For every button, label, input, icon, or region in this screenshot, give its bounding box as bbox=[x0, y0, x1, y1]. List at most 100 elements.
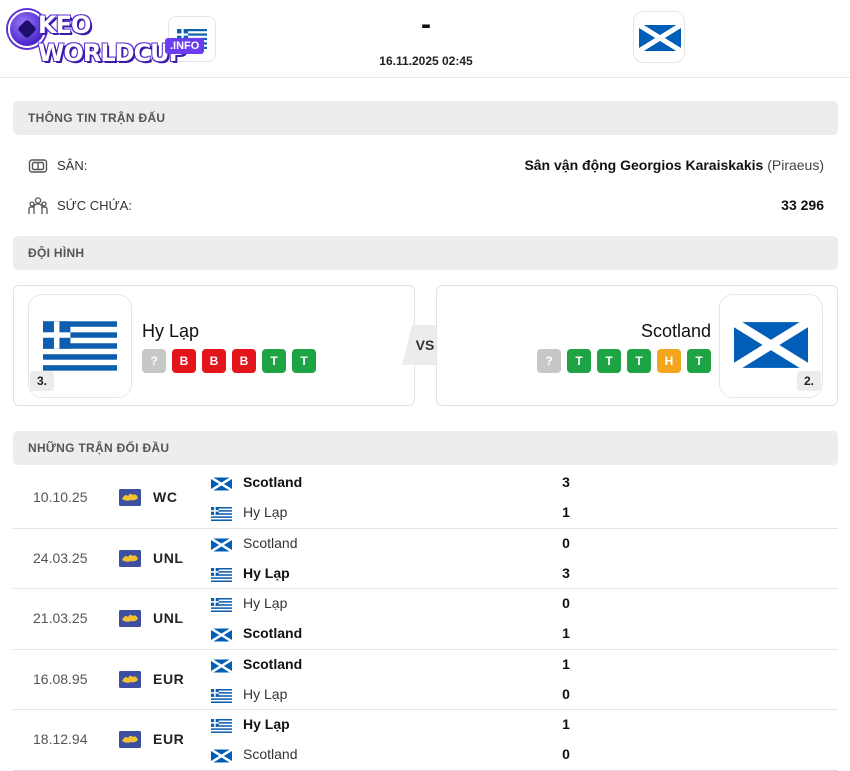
form-badge: B bbox=[202, 349, 226, 373]
scotland-flag-icon bbox=[210, 657, 233, 674]
scotland-flag-icon bbox=[210, 476, 233, 492]
competition-code: WC bbox=[153, 489, 178, 505]
competition-icon bbox=[119, 731, 141, 748]
home-team-name[interactable]: Hy Lạp bbox=[142, 321, 199, 342]
stadium-city: (Piraeus) bbox=[767, 157, 824, 173]
h2h-team-line: Hy Lạp 0 bbox=[211, 682, 581, 706]
team-score: 1 bbox=[562, 625, 570, 641]
team-score: 0 bbox=[562, 685, 570, 702]
team-name[interactable]: Scotland bbox=[243, 535, 297, 551]
team-score: 3 bbox=[562, 474, 570, 490]
match-date: 18.12.94 bbox=[33, 731, 88, 747]
scotland-flag-icon bbox=[734, 321, 808, 369]
h2h-match-row[interactable]: 18.12.94 EUR Hy Lạp 1 Scotland 0 bbox=[13, 710, 838, 771]
scotland-flag bbox=[210, 748, 233, 768]
greece-flag-icon bbox=[43, 321, 117, 371]
team-score: 1 bbox=[562, 655, 570, 672]
h2h-team-line: Scotland 1 bbox=[210, 652, 581, 678]
scotland-flag bbox=[210, 476, 233, 496]
form-badge: B bbox=[172, 349, 196, 373]
away-team-flag: 2. bbox=[719, 294, 823, 398]
form-badge: ? bbox=[537, 349, 561, 373]
scotland-flag-icon bbox=[639, 25, 681, 51]
away-team-card[interactable]: Scotland ? T T T H T 2. bbox=[436, 285, 838, 406]
form-badge: H bbox=[657, 349, 681, 373]
capacity-label: SỨC CHỨA: bbox=[57, 198, 132, 213]
form-badge: T bbox=[292, 349, 316, 373]
greece-flag-icon bbox=[211, 688, 232, 703]
greece-flag bbox=[211, 507, 232, 526]
team-name[interactable]: Scotland bbox=[243, 474, 302, 490]
team-score: 0 bbox=[562, 595, 570, 611]
h2h-match-row[interactable]: 16.08.95 EUR Scotland 1 Hy Lạp 0 bbox=[13, 650, 838, 710]
competition-icon bbox=[119, 549, 141, 567]
team-name[interactable]: Scotland bbox=[243, 746, 297, 762]
stadium-row: SÂN: Sân vận động Georgios Karaiskakis (… bbox=[13, 151, 838, 181]
team-name[interactable]: Hy Lạp bbox=[243, 565, 290, 581]
scotland-flag bbox=[210, 657, 233, 678]
greece-flag-icon bbox=[211, 507, 232, 521]
h2h-team-line: Hy Lạp 1 bbox=[211, 500, 581, 524]
team-name[interactable]: Scotland bbox=[243, 656, 302, 672]
greece-flag-icon bbox=[211, 598, 232, 612]
form-badge: T bbox=[687, 349, 711, 373]
match-date: 21.03.25 bbox=[33, 610, 88, 626]
team-name[interactable]: Hy Lạp bbox=[243, 504, 287, 520]
scotland-flag bbox=[210, 536, 233, 557]
scotland-flag bbox=[210, 627, 233, 647]
greece-flag-icon bbox=[211, 719, 232, 733]
site-logo[interactable]: KEO WORLDCUP .INFO bbox=[8, 8, 213, 68]
team-score: 1 bbox=[562, 504, 570, 520]
competition-code: EUR bbox=[153, 731, 185, 747]
away-team-name[interactable]: Scotland bbox=[641, 321, 711, 342]
crowd-icon bbox=[28, 197, 48, 214]
match-date: 10.10.25 bbox=[33, 489, 88, 505]
away-team-flag-header[interactable] bbox=[633, 11, 685, 63]
stadium-label: SÂN: bbox=[57, 158, 88, 173]
match-date: 24.03.25 bbox=[33, 549, 88, 566]
team-score: 1 bbox=[562, 716, 570, 732]
h2h-match-row[interactable]: 21.03.25 UNL Hy Lạp 0 Scotland 1 bbox=[13, 589, 838, 650]
h2h-team-line: Scotland 0 bbox=[210, 531, 581, 557]
home-team-card[interactable]: 3. Hy Lạp ? B B B T T bbox=[13, 285, 415, 406]
competition-icon bbox=[119, 610, 141, 627]
logo-domain: .INFO bbox=[165, 38, 205, 54]
greece-flag-icon bbox=[211, 567, 232, 582]
scotland-flag-icon bbox=[210, 536, 233, 553]
h2h-list: 10.10.25 WC Scotland 3 Hy Lạp 1 24.03.25… bbox=[13, 468, 838, 771]
form-badge: T bbox=[262, 349, 286, 373]
competition-code: EUR bbox=[153, 670, 185, 687]
h2h-match-row[interactable]: 10.10.25 WC Scotland 3 Hy Lạp 1 bbox=[13, 468, 838, 529]
stadium-name: Sân vận động Georgios Karaiskakis bbox=[524, 157, 764, 173]
form-badge: T bbox=[567, 349, 591, 373]
form-badge: ? bbox=[142, 349, 166, 373]
capacity-row: SỨC CHỨA: 33 296 bbox=[13, 191, 838, 221]
h2h-match-row[interactable]: 24.03.25 UNL Scotland 0 Hy Lạp 3 bbox=[13, 529, 838, 589]
h2h-heading: NHỮNG TRẬN ĐỐI ĐẦU bbox=[13, 431, 838, 465]
match-info-heading: THÔNG TIN TRẬN ĐẤU bbox=[13, 101, 838, 135]
match-header: KEO WORLDCUP .INFO - 16.11.2025 02:45 bbox=[0, 0, 850, 78]
home-team-flag: 3. bbox=[28, 294, 132, 398]
team-name[interactable]: Hy Lạp bbox=[243, 716, 290, 732]
team-name[interactable]: Hy Lạp bbox=[243, 595, 287, 611]
competition-code: UNL bbox=[153, 549, 184, 566]
form-badge: B bbox=[232, 349, 256, 373]
kickoff-time: 16.11.2025 02:45 bbox=[379, 54, 473, 68]
greece-flag bbox=[211, 598, 232, 617]
home-team-form: ? B B B T T bbox=[142, 349, 316, 373]
match-score: - bbox=[421, 8, 431, 41]
h2h-team-line: Scotland 0 bbox=[210, 742, 581, 768]
scotland-flag-icon bbox=[210, 748, 233, 764]
team-name[interactable]: Hy Lạp bbox=[243, 686, 287, 702]
competition-code: UNL bbox=[153, 610, 184, 626]
h2h-team-line: Hy Lạp 3 bbox=[211, 561, 581, 585]
team-score: 3 bbox=[562, 564, 570, 581]
scotland-flag-icon bbox=[210, 627, 233, 643]
home-team-rank: 3. bbox=[30, 371, 54, 391]
capacity-value: 33 296 bbox=[781, 197, 824, 213]
away-team-rank: 2. bbox=[797, 371, 821, 391]
team-name[interactable]: Scotland bbox=[243, 625, 302, 641]
h2h-team-line: Hy Lạp 1 bbox=[211, 712, 581, 736]
competition-icon bbox=[119, 489, 141, 506]
h2h-team-line: Scotland 1 bbox=[210, 621, 581, 647]
